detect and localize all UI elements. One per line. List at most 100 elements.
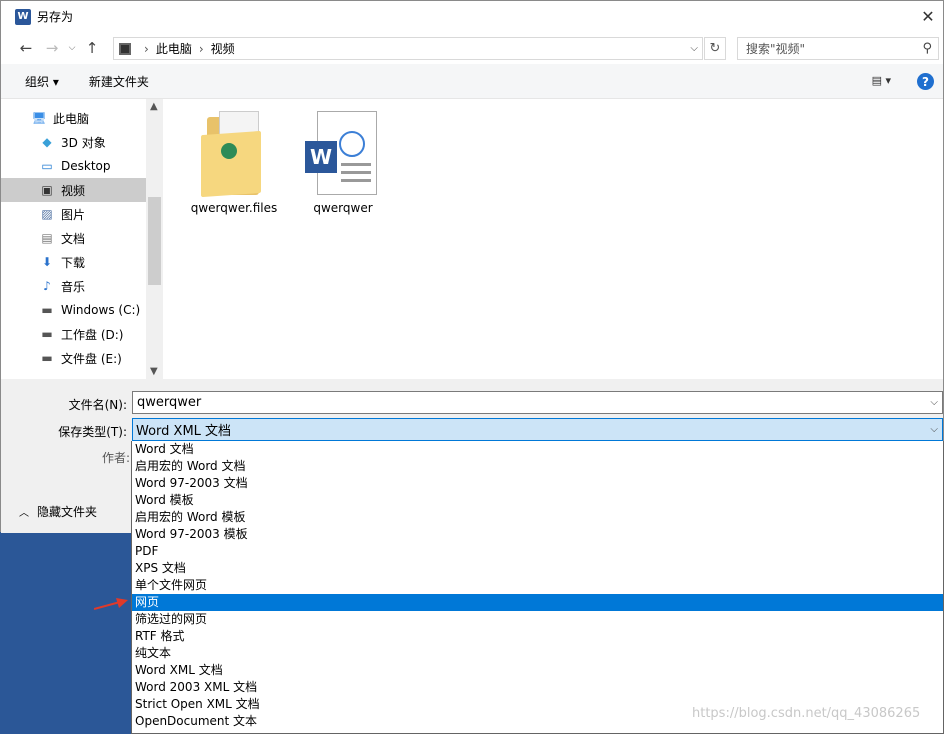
filetype-option[interactable]: 纯文本 (132, 645, 943, 662)
author-label: 作者: (102, 451, 131, 465)
view-options-button[interactable]: ▤ ▾ (872, 74, 891, 87)
desktop-icon: ▭ (41, 159, 53, 173)
filetype-option[interactable]: Word 97-2003 模板 (132, 526, 943, 543)
command-toolbar: 组织 ▾ 新建文件夹 ▤ ▾ ? (1, 64, 943, 99)
back-arrow-icon: ← (19, 39, 33, 57)
file-list: qwerqwer.files W qwerqwer (163, 99, 943, 379)
sidebar-item-label: 3D 对象 (61, 135, 106, 150)
refresh-button[interactable]: ↻ (704, 37, 726, 60)
chevron-down-icon: ⌵ (930, 424, 938, 435)
dialog-title: 另存为 (37, 10, 74, 24)
filetype-option[interactable]: 启用宏的 Word 模板 (132, 509, 943, 526)
filename-label: 文件名(N): (68, 398, 127, 412)
word-app-icon: W (15, 8, 31, 25)
breadcrumb-this-pc[interactable]: 此电脑 (156, 40, 192, 57)
filetype-option[interactable]: Word 模板 (132, 492, 943, 509)
film-icon (119, 42, 131, 55)
close-icon: ✕ (921, 7, 935, 26)
search-input[interactable]: 搜索"视频" ⚲ (737, 37, 939, 60)
new-folder-button[interactable]: 新建文件夹 (89, 73, 149, 90)
filetype-label: 保存类型(T): (58, 425, 127, 439)
back-button[interactable]: ← (13, 35, 39, 61)
file-name: qwerqwer.files (190, 201, 278, 215)
sidebar-item[interactable]: ◆ 3D 对象 (1, 130, 146, 154)
sidebar-item[interactable]: ♪ 音乐 (1, 274, 146, 298)
filetype-option[interactable]: XPS 文档 (132, 560, 943, 577)
sidebar-scrollbar[interactable]: ▲ ▼ (146, 99, 163, 379)
hide-folders-label: 隐藏文件夹 (37, 505, 98, 519)
scroll-down-icon[interactable]: ▼ (150, 366, 158, 377)
hide-folders-button[interactable]: ︿ 隐藏文件夹 (19, 503, 97, 520)
sidebar-item[interactable]: ▣ 视频 (1, 178, 146, 202)
chevron-down-icon[interactable]: ⌵ (930, 397, 938, 408)
red-arrow-annotation (94, 598, 128, 610)
close-button[interactable]: ✕ (913, 1, 943, 32)
sidebar-item[interactable]: ⬇ 下载 (1, 250, 146, 274)
sidebar-item-label: 图片 (61, 207, 86, 222)
filename-input[interactable]: qwerqwer ⌵ (132, 391, 943, 414)
download-icon: ⬇ (41, 255, 53, 269)
chevron-down-icon: ⌵ (68, 43, 76, 53)
sidebar-item[interactable]: ▬ Windows (C:) (1, 298, 146, 322)
sidebar-item[interactable]: 🖥 此电脑 (1, 106, 146, 130)
watermark: https://blog.csdn.net/qq_43086265 (692, 706, 921, 721)
navigation-pane: ▲ ▼ 🖥 此电脑 ◆ 3D 对象 ▭ Desktop ▣ 视频 ▨ 图片 ▤ 文档 ⬇ 下载 ♪ 音乐 ▬ Wi… (1, 99, 163, 379)
sidebar-item[interactable]: ▨ 图片 (1, 202, 146, 226)
sidebar-item[interactable]: ▭ Desktop (1, 154, 146, 178)
file-item-folder[interactable]: qwerqwer.files (184, 111, 284, 215)
file-name: qwerqwer (313, 201, 373, 215)
filetype-option[interactable]: Word 97-2003 文档 (132, 475, 943, 492)
sidebar-item-label: 工作盘 (D:) (61, 327, 124, 342)
filename-value: qwerqwer (137, 395, 202, 410)
up-arrow-icon: ↑ (85, 39, 99, 57)
filetype-dropdown-list: Word 文档 启用宏的 Word 文档 Word 97-2003 文档 Word 模… (131, 441, 944, 734)
word-document-icon: W (305, 111, 381, 195)
sidebar-item[interactable]: ▬ 工作盘 (D:) (1, 322, 146, 346)
navigation-bar: ← → ⌵ ↑ › 此电脑 › 视频 ⌵ ↻ 搜索"视频" ⚲ (1, 32, 943, 64)
address-bar[interactable]: › 此电脑 › 视频 ⌵ (113, 37, 703, 60)
filetype-select[interactable]: Word XML 文档 ⌵ (132, 418, 943, 441)
scroll-up-icon[interactable]: ▲ (150, 101, 158, 112)
forward-button[interactable]: → (39, 35, 65, 61)
breadcrumb-separator-icon: › (144, 41, 149, 56)
filetype-option[interactable]: 启用宏的 Word 文档 (132, 458, 943, 475)
search-icon: ⚲ (922, 41, 932, 56)
computer-icon: 🖥 (31, 111, 47, 125)
recent-locations-button[interactable]: ⌵ (65, 35, 79, 61)
organize-button[interactable]: 组织 ▾ (25, 73, 59, 90)
view-icon: ▤ ▾ (871, 74, 891, 87)
chevron-down-icon[interactable]: ⌵ (690, 43, 698, 54)
refresh-icon: ↻ (709, 41, 721, 56)
sidebar-item-label: 视频 (61, 183, 86, 198)
film-icon: ▣ (41, 183, 53, 197)
cube-icon: ◆ (42, 135, 52, 149)
chevron-up-icon: ︿ (19, 508, 29, 519)
filetype-option[interactable]: 网页 (132, 594, 943, 611)
sidebar-item-label: 下载 (61, 255, 86, 270)
drive-icon: ▬ (41, 351, 53, 365)
sidebar-item-label: Windows (C:) (61, 303, 141, 317)
sidebar-item-label: 音乐 (61, 279, 86, 294)
search-placeholder: 搜索"视频" (746, 42, 806, 56)
scrollbar-thumb[interactable] (148, 197, 161, 285)
filetype-value: Word XML 文档 (136, 424, 232, 439)
filetype-option[interactable]: Word XML 文档 (132, 662, 943, 679)
filetype-option[interactable]: RTF 格式 (132, 628, 943, 645)
filetype-option[interactable]: 单个文件网页 (132, 577, 943, 594)
sidebar-item-label: Desktop (61, 159, 111, 173)
document-icon: ▤ (41, 231, 53, 245)
filetype-option[interactable]: 筛选过的网页 (132, 611, 943, 628)
help-icon[interactable]: ? (917, 73, 934, 90)
sidebar-item[interactable]: ▬ 文件盘 (E:) (1, 346, 146, 370)
file-item-document[interactable]: W qwerqwer (293, 111, 393, 215)
filetype-option[interactable]: Word 2003 XML 文档 (132, 679, 943, 696)
breadcrumb-videos[interactable]: 视频 (211, 40, 235, 57)
picture-icon: ▨ (41, 207, 53, 221)
music-icon: ♪ (43, 279, 51, 293)
sidebar-item[interactable]: ▤ 文档 (1, 226, 146, 250)
title-bar: W 另存为 ✕ (1, 1, 943, 32)
up-button[interactable]: ↑ (79, 35, 105, 61)
filetype-option[interactable]: PDF (132, 543, 943, 560)
drive-icon: ▬ (41, 327, 53, 341)
filetype-option[interactable]: Word 文档 (132, 441, 943, 458)
